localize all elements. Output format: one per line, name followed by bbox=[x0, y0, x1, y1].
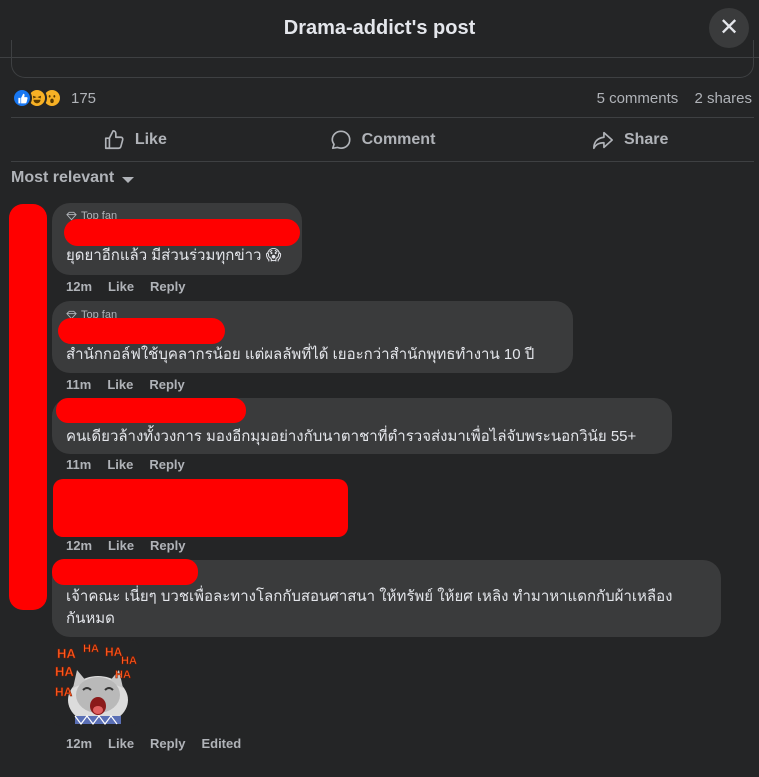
commenter-name-redaction bbox=[58, 318, 225, 344]
comment-sort-dropdown[interactable]: Most relevant bbox=[11, 166, 135, 190]
comment-reply-link[interactable]: Reply bbox=[149, 377, 184, 392]
comment-button[interactable]: Comment bbox=[259, 129, 507, 151]
comment-text: คนเดียวล้างทั้งวงการ มองอีกมุมอย่างกับนา… bbox=[66, 428, 637, 445]
sticker-ha-text: HA bbox=[55, 664, 74, 679]
comment-time[interactable]: 12m bbox=[66, 538, 92, 553]
shares-count[interactable]: 2 shares bbox=[694, 90, 752, 107]
share-icon bbox=[592, 131, 613, 149]
comment-like-link[interactable]: Like bbox=[108, 538, 134, 553]
reaction-count: 175 bbox=[71, 89, 97, 107]
close-icon: ✕ bbox=[718, 14, 740, 41]
comment-content-redaction bbox=[53, 479, 348, 537]
comment-like-link[interactable]: Like bbox=[107, 457, 133, 472]
comment-text-continued: กันหมด bbox=[66, 610, 115, 627]
comment-meta: 11m Like Reply bbox=[66, 457, 201, 472]
comment-reply-link[interactable]: Reply bbox=[150, 538, 185, 553]
sort-label: Most relevant bbox=[11, 169, 115, 186]
sticker-ha-text: HA bbox=[55, 685, 73, 699]
comment-icon bbox=[331, 129, 351, 149]
commenter-name-redaction bbox=[52, 559, 198, 585]
haha-cat-sticker[interactable]: HA HA HA HA HA HA HA bbox=[53, 640, 139, 726]
comment-like-link[interactable]: Like bbox=[108, 279, 134, 294]
share-button[interactable]: Share bbox=[506, 129, 754, 151]
comment-label: Comment bbox=[361, 130, 436, 148]
comment-meta: 12m Like Reply bbox=[66, 279, 201, 294]
avatar-redaction bbox=[9, 204, 47, 610]
comment-time[interactable]: 11m bbox=[66, 377, 91, 392]
engagement-counts: 5 comments 2 shares bbox=[585, 90, 752, 107]
reaction-stats-bar: 175 5 comments 2 shares bbox=[12, 86, 752, 110]
share-label: Share bbox=[623, 130, 669, 148]
reactions-summary[interactable]: 175 bbox=[12, 88, 96, 108]
sticker-ha-text: HA bbox=[121, 655, 137, 667]
comment-meta: 12m Like Reply bbox=[66, 538, 201, 553]
thumbs-up-icon bbox=[104, 129, 124, 149]
sticker-ha-text: HA bbox=[83, 643, 99, 655]
commenter-name-redaction bbox=[64, 219, 300, 246]
comment-reply-link[interactable]: Reply bbox=[149, 457, 184, 472]
comment-reply-link[interactable]: Reply bbox=[150, 736, 185, 751]
comment-time[interactable]: 11m bbox=[66, 457, 91, 472]
comment-reply-link[interactable]: Reply bbox=[150, 279, 185, 294]
comment-text: สำนักกอล์ฟใช้บุคลากรน้อย แต่ผลลัพที่ได้ … bbox=[66, 346, 535, 363]
dialog-title: Drama-addict's post bbox=[283, 17, 476, 39]
like-button[interactable]: Like bbox=[11, 129, 259, 151]
comments-count[interactable]: 5 comments bbox=[597, 90, 679, 107]
comment-meta: 11m Like Reply bbox=[66, 377, 201, 392]
post-content-bottom-edge bbox=[11, 40, 754, 78]
like-icon bbox=[12, 88, 32, 108]
comment-text: เจ้าคณะ เนี่ยๆ บวชเพื่อละทางโลกกับสอนศาส… bbox=[66, 588, 673, 605]
like-label: Like bbox=[134, 130, 167, 148]
post-action-bar: Like Comment Share bbox=[11, 117, 754, 162]
comment-time[interactable]: 12m bbox=[66, 279, 92, 294]
comment-like-link[interactable]: Like bbox=[108, 736, 134, 751]
sticker-ha-text: HA bbox=[57, 646, 76, 661]
edited-label[interactable]: Edited bbox=[201, 736, 241, 751]
comment-like-link[interactable]: Like bbox=[107, 377, 133, 392]
comment-text: ยุดยาอีกแล้ว มีส่วนร่วมทุกข่าว 😱 bbox=[66, 247, 282, 264]
sticker-ha-text: HA bbox=[115, 669, 131, 681]
caret-down-icon bbox=[122, 176, 135, 183]
commenter-name-redaction bbox=[56, 398, 246, 423]
comment-time[interactable]: 12m bbox=[66, 736, 92, 751]
laughing-cat-sticker-icon: HA HA HA HA HA HA HA bbox=[53, 640, 139, 726]
comment-meta: 12m Like Reply Edited bbox=[66, 736, 241, 751]
